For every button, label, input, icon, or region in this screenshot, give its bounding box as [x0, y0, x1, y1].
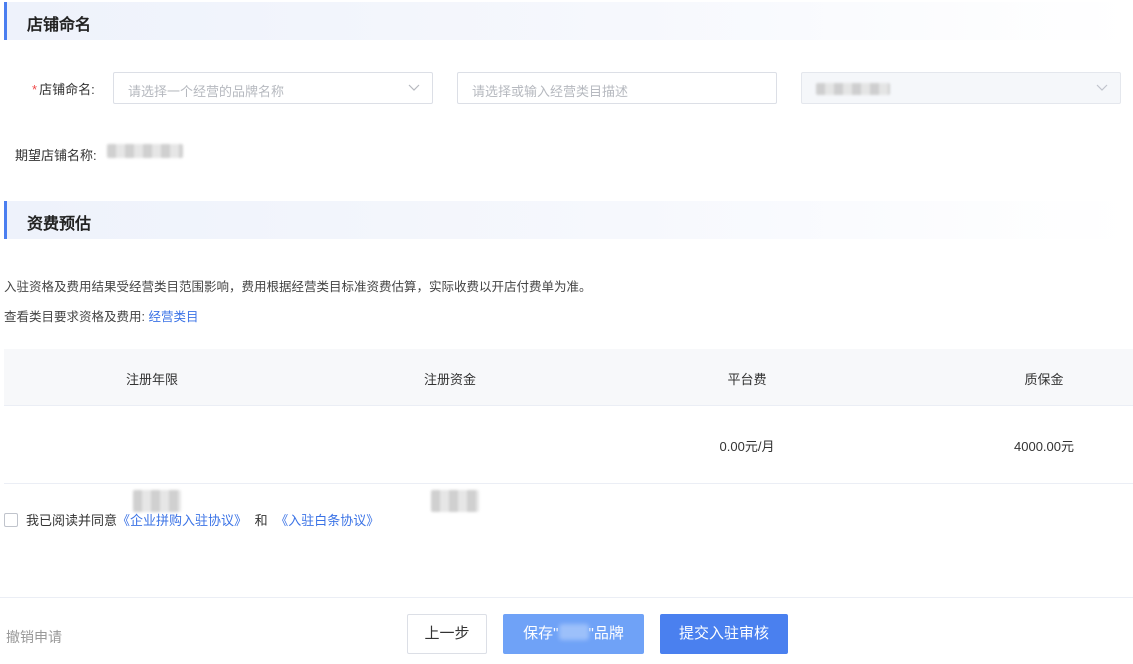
- platform-fee-value: 0.00元/月: [719, 439, 775, 454]
- chevron-down-icon: [408, 84, 420, 91]
- brand-select-placeholder: 请选择一个经营的品牌名称: [128, 84, 285, 99]
- submit-review-button[interactable]: 提交入驻审核: [660, 614, 788, 654]
- store-name-label: * 店铺命名:: [32, 82, 95, 97]
- category-input-placeholder: 请选择或输入经营类目描述: [472, 84, 629, 99]
- save-brand-button[interactable]: 保存" "品牌: [503, 614, 644, 654]
- column-header: 注册年限: [125, 372, 178, 387]
- expected-store-name-label: 期望店铺名称:: [15, 148, 97, 163]
- column-header: 质保金: [1024, 372, 1064, 387]
- baitiao-agreement-link[interactable]: 《入驻白条协议》: [275, 513, 379, 528]
- suffix-select[interactable]: [801, 72, 1121, 104]
- redacted-registered-capital: [431, 490, 479, 512]
- redacted-registration-years: [133, 490, 181, 512]
- previous-step-button[interactable]: 上一步: [407, 614, 487, 654]
- redacted-store-name: [107, 144, 183, 158]
- business-category-link[interactable]: 经营类目: [148, 310, 198, 324]
- table-row: 0.00元/月 4000.00元: [4, 406, 1133, 512]
- fee-estimate-section-header: 资费预估: [4, 201, 1133, 239]
- cancel-application-link[interactable]: 撤销申请: [6, 627, 62, 647]
- brand-select[interactable]: 请选择一个经营的品牌名称: [113, 72, 433, 104]
- redacted-brand: [558, 624, 589, 640]
- fee-notice: 入驻资格及费用结果受经营类目范围影响，费用根据经营类目标准资费估算，实际收费以开…: [4, 280, 592, 294]
- column-header: 平台费: [727, 372, 767, 387]
- chevron-down-icon: [1096, 84, 1108, 91]
- category-link-line: 查看类目要求资格及费用: 经营类目: [4, 310, 199, 324]
- section-title: 资费预估: [27, 216, 92, 233]
- footer-bar: 撤销申请 上一步 保存" "品牌 提交入驻审核: [0, 597, 1133, 664]
- redacted-value: [816, 83, 890, 95]
- enterprise-agreement-link[interactable]: 《企业拼购入驻协议》: [117, 513, 247, 528]
- section-title: 店铺命名: [27, 17, 92, 34]
- agreement-line: 我已阅读并同意《企业拼购入驻协议》 和 《入驻白条协议》: [4, 510, 379, 529]
- deposit-value: 4000.00元: [1014, 439, 1074, 454]
- fee-table: 注册年限 注册资金 平台费 质保金 0.00元/月 4000.00元: [4, 349, 1133, 512]
- column-header: 注册资金: [423, 372, 476, 387]
- category-description-input[interactable]: 请选择或输入经营类目描述: [457, 72, 777, 104]
- required-mark: *: [32, 82, 38, 97]
- store-naming-section-header: 店铺命名: [4, 2, 1133, 40]
- agreement-checkbox[interactable]: [4, 513, 18, 527]
- table-header: 注册年限 注册资金 平台费 质保金: [4, 349, 1133, 406]
